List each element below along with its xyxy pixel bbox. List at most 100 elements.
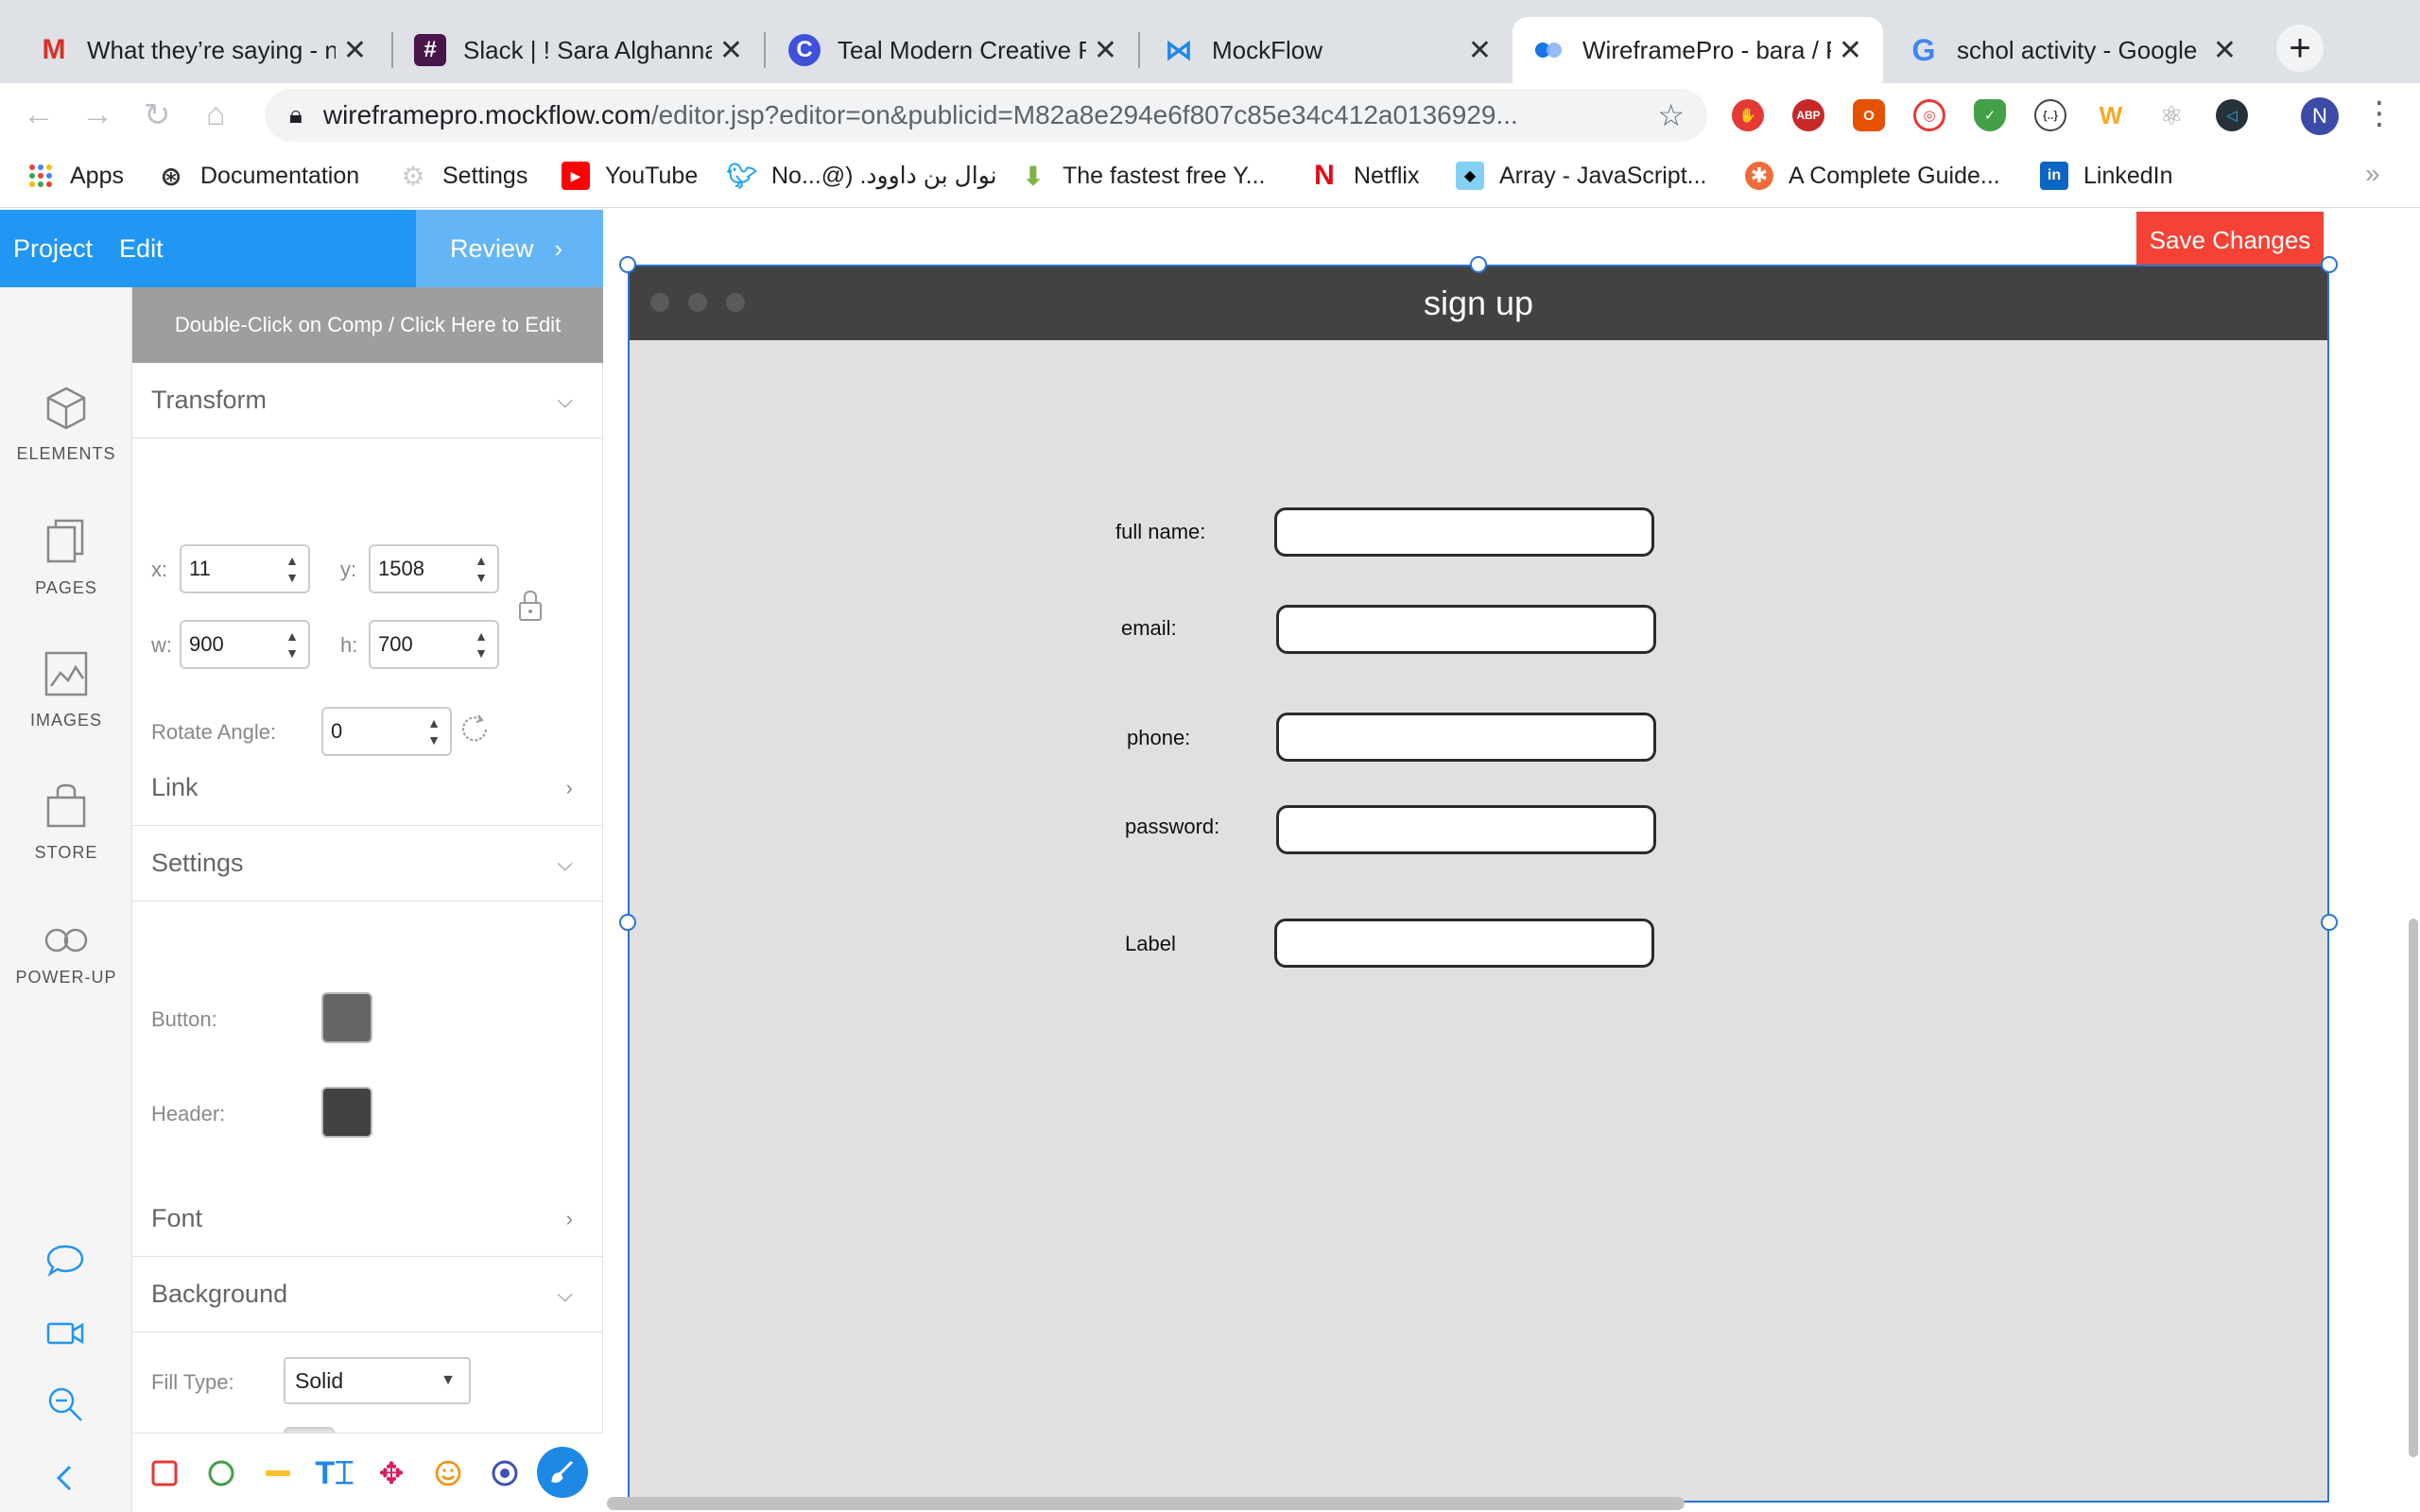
emoji-tool-icon[interactable] xyxy=(427,1452,469,1494)
menu-project[interactable]: Project xyxy=(13,234,93,264)
nav-pages[interactable]: PAGES xyxy=(0,518,132,598)
close-icon[interactable]: ✕ xyxy=(2213,34,2237,67)
full-name-input[interactable] xyxy=(1274,507,1654,557)
menu-edit[interactable]: Edit xyxy=(119,234,164,264)
rotate-input[interactable]: 0 ▲ ▼ xyxy=(321,707,452,756)
bookmark-settings[interactable]: ⚙ Settings xyxy=(399,157,527,195)
bookmark-netflix[interactable]: N Netflix xyxy=(1310,157,1419,195)
stepper-arrows-icon[interactable]: ▲ ▼ xyxy=(285,627,299,662)
stepper-arrows-icon[interactable]: ▲ ▼ xyxy=(285,552,299,586)
office-icon[interactable]: O xyxy=(1853,99,1885,131)
y-input[interactable]: 1508 ▲ ▼ xyxy=(369,544,499,593)
back-icon[interactable]: ← xyxy=(23,96,55,133)
bookmark-apps[interactable]: Apps xyxy=(26,157,124,195)
browser-menu-icon[interactable]: ⋮ xyxy=(2363,94,2395,132)
forward-icon[interactable]: → xyxy=(81,96,113,133)
comment-icon[interactable] xyxy=(45,1244,85,1278)
close-icon[interactable]: ✕ xyxy=(719,34,743,67)
bookmark-star-icon[interactable]: ☆ xyxy=(1657,97,1685,133)
email-input[interactable] xyxy=(1276,605,1656,654)
lock-aspect-icon[interactable] xyxy=(516,588,544,624)
target-icon[interactable]: ◎ xyxy=(1913,99,1945,131)
new-tab-button[interactable]: + xyxy=(2276,25,2324,72)
url-text[interactable]: wireframepro.mockflow.com/editor.jsp?edi… xyxy=(323,100,1634,130)
reload-icon[interactable]: ↻ xyxy=(144,96,171,134)
bookmark-linkedin[interactable]: in LinkedIn xyxy=(2040,157,2173,195)
profile-avatar[interactable]: N xyxy=(2301,97,2339,135)
collapse-left-icon[interactable] xyxy=(45,1461,85,1495)
react-devtools-icon[interactable]: ⚛ xyxy=(2155,99,2187,131)
nav-elements[interactable]: ELEMENTS xyxy=(0,386,132,464)
phone-input[interactable] xyxy=(1276,713,1656,762)
nav-power-up[interactable]: POWER-UP xyxy=(0,926,132,988)
address-bar[interactable]: 🔒︎ wireframepro.mockflow.com/editor.jsp?… xyxy=(265,89,1707,142)
section-link[interactable]: Link › xyxy=(132,750,603,826)
bookmark-documentation[interactable]: ⊛ Documentation xyxy=(157,157,359,195)
vertical-scrollbar[interactable] xyxy=(2409,919,2418,1457)
bookmark-label: YouTube xyxy=(605,162,699,189)
tab-mockflow[interactable]: ⋈ MockFlow ✕ xyxy=(1142,17,1512,83)
resize-handle-left[interactable] xyxy=(619,914,636,931)
x-input[interactable]: 11 ▲ ▼ xyxy=(180,544,310,593)
url-path: /editor.jsp?editor=on&publicid=M82a8e294… xyxy=(650,100,1518,129)
section-transform[interactable]: Transform ⌵ xyxy=(132,363,603,438)
bookmark-twitter[interactable]: 🐦︎ No...@) .نوال بن داوود xyxy=(727,157,997,195)
home-icon[interactable]: ⌂ xyxy=(206,96,226,133)
ellipse-tool-icon[interactable] xyxy=(200,1452,242,1494)
section-font[interactable]: Font › xyxy=(132,1181,603,1257)
save-changes-button[interactable]: Save Changes xyxy=(2136,212,2324,268)
rotate-icon[interactable] xyxy=(459,713,492,747)
shield-icon[interactable]: ✓ xyxy=(1974,99,2006,131)
button-color-swatch[interactable] xyxy=(321,992,372,1043)
close-icon[interactable]: ✕ xyxy=(1468,34,1492,67)
move-tool-icon[interactable]: ✥ xyxy=(371,1452,412,1494)
resize-handle-top-left[interactable] xyxy=(619,256,636,273)
text-tool-icon[interactable]: T⌶ xyxy=(314,1452,355,1494)
close-icon[interactable]: ✕ xyxy=(343,34,367,67)
close-icon[interactable]: ✕ xyxy=(1094,34,1117,67)
password-input[interactable] xyxy=(1276,805,1656,854)
nav-store[interactable]: STORE xyxy=(0,782,132,863)
abp-icon[interactable]: ABP xyxy=(1792,99,1824,131)
stepper-arrows-icon[interactable]: ▲ ▼ xyxy=(475,627,488,662)
tab-slack[interactable]: # Slack | ! Sara Alghannam ✕ xyxy=(393,17,764,83)
h-input[interactable]: 700 ▲ ▼ xyxy=(369,620,499,669)
video-icon[interactable] xyxy=(45,1319,85,1348)
radio-tool-icon[interactable] xyxy=(484,1452,526,1494)
bookmark-complete-guide[interactable]: ✱ A Complete Guide... xyxy=(1745,157,2000,195)
tab-canva[interactable]: C Teal Modern Creative Re ✕ xyxy=(768,17,1138,83)
tab-wireframepro[interactable]: WireframePro - bara / P ✕ xyxy=(1512,17,1883,83)
stepper-arrows-icon[interactable]: ▲ ▼ xyxy=(427,714,441,748)
close-icon[interactable]: ✕ xyxy=(1839,34,1862,67)
generic-input[interactable] xyxy=(1274,919,1654,968)
review-button[interactable]: Review › xyxy=(416,210,603,287)
vscode-icon[interactable]: ◁ xyxy=(2216,99,2248,131)
section-background[interactable]: Background ⌵ xyxy=(132,1257,603,1332)
horizontal-scrollbar[interactable] xyxy=(607,1497,1685,1510)
resize-handle-right[interactable] xyxy=(2321,914,2338,931)
paint-brush-icon[interactable] xyxy=(537,1447,588,1498)
browser-frame-component[interactable]: sign up full name: email: phone: passwor… xyxy=(628,265,2329,1503)
tab-google[interactable]: G schol activity - Google S ✕ xyxy=(1887,17,2257,83)
tab-gmail[interactable]: M What they’re saying - na ✕ xyxy=(17,17,388,83)
adblock-hand-icon[interactable]: ✋ xyxy=(1732,99,1764,131)
rectangle-tool-icon[interactable] xyxy=(144,1452,185,1494)
bookmarks-overflow-icon[interactable]: » xyxy=(2365,159,2380,189)
section-settings[interactable]: Settings ⌵ xyxy=(132,826,603,902)
resize-handle-top-right[interactable] xyxy=(2321,256,2338,273)
resize-handle-top[interactable] xyxy=(1470,256,1487,273)
zoom-icon[interactable] xyxy=(45,1385,85,1423)
edit-hint-button[interactable]: Double-Click on Comp / Click Here to Edi… xyxy=(132,287,603,363)
line-tool-icon[interactable] xyxy=(257,1452,299,1494)
design-canvas[interactable]: Save Changes sign up full name: email: p… xyxy=(605,210,2420,1512)
bookmark-mdn[interactable]: ◆ Array - JavaScript... xyxy=(1456,157,1707,195)
w-extension-icon[interactable]: W xyxy=(2095,99,2127,131)
header-color-swatch[interactable] xyxy=(321,1087,372,1138)
nav-images[interactable]: IMAGES xyxy=(0,650,132,730)
w-input[interactable]: 900 ▲ ▼ xyxy=(180,620,310,669)
bookmark-fastest-free[interactable]: ⬇ The fastest free Y... xyxy=(1019,157,1265,195)
stepper-arrows-icon[interactable]: ▲ ▼ xyxy=(475,552,488,586)
bookmark-youtube[interactable]: ▶ YouTube xyxy=(562,157,698,195)
json-icon[interactable]: {..} xyxy=(2034,99,2066,131)
fill-type-select[interactable]: Solid ▼ xyxy=(284,1357,471,1404)
